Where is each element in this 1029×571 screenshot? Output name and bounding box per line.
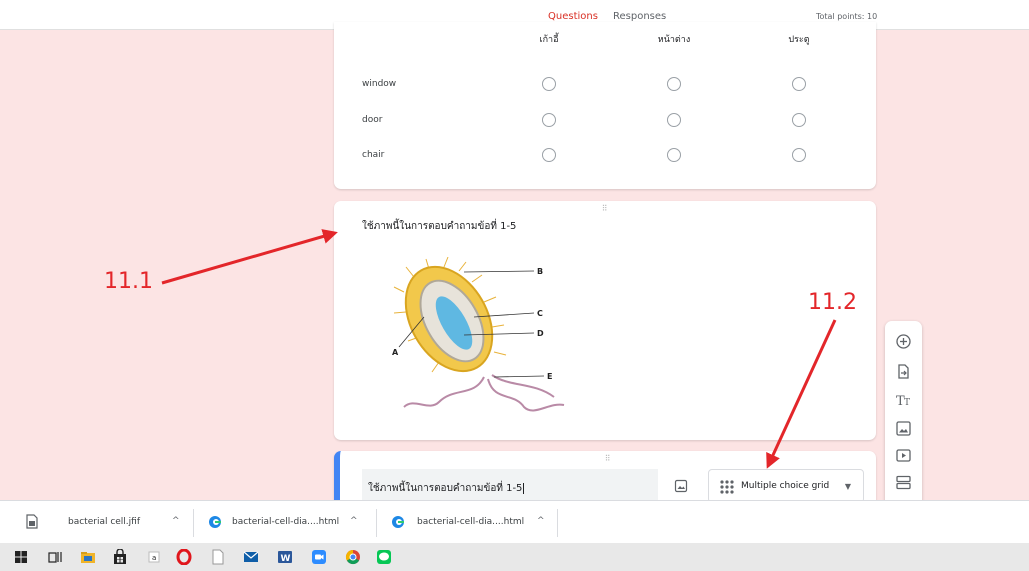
- figure-label: A: [392, 348, 399, 357]
- add-question-icon[interactable]: [895, 333, 912, 350]
- line-icon[interactable]: [376, 549, 392, 565]
- add-section-icon[interactable]: [895, 474, 912, 491]
- grid-radio[interactable]: [792, 113, 806, 127]
- question-type-dropdown[interactable]: Multiple choice grid ▼: [708, 469, 864, 503]
- svg-text:a: a: [152, 554, 156, 562]
- image-caption: ใช้ภาพนี้ในการตอบคำถามข้อที่ 1-5: [362, 221, 517, 232]
- store-icon[interactable]: [112, 549, 128, 565]
- tab-responses[interactable]: Responses: [613, 11, 666, 22]
- download-file-name: bacterial-cell-dia....html: [232, 517, 340, 527]
- figure-label: E: [547, 372, 552, 381]
- grid-radio[interactable]: [667, 113, 681, 127]
- import-questions-icon[interactable]: [895, 363, 912, 380]
- image-file-icon: [26, 514, 38, 529]
- download-file-name: bacterial-cell-dia....html: [417, 517, 525, 527]
- svg-text:W: W: [281, 554, 291, 564]
- opera-icon[interactable]: [176, 549, 192, 565]
- grid-column-header: ประตู: [788, 35, 810, 45]
- figure-label: B: [537, 267, 543, 276]
- app-icon[interactable]: a: [146, 549, 162, 565]
- downloads-bar: bacterial cell.jfif ^ bacterial-cell-dia…: [0, 500, 1029, 543]
- grid-radio[interactable]: [542, 77, 556, 91]
- grid-radio[interactable]: [542, 148, 556, 162]
- tab-questions[interactable]: Questions: [548, 11, 598, 22]
- annotation-arrow: [161, 229, 338, 285]
- download-file-name: bacterial cell.jfif: [68, 517, 141, 527]
- zoom-icon[interactable]: [311, 549, 327, 565]
- chrome-icon[interactable]: [345, 549, 361, 565]
- total-points: Total points: 10: [816, 12, 878, 21]
- floating-toolbar: T T: [885, 321, 922, 511]
- annotation-label: 11.1: [104, 269, 153, 294]
- file-explorer-icon[interactable]: [80, 549, 96, 565]
- chevron-up-icon[interactable]: ^: [350, 516, 358, 526]
- add-image-icon[interactable]: [895, 420, 912, 437]
- add-title-icon[interactable]: T T: [895, 391, 912, 408]
- task-view-icon[interactable]: [47, 549, 63, 565]
- annotation-label: 11.2: [808, 290, 857, 315]
- drag-handle-icon[interactable]: ⠿: [602, 204, 609, 213]
- figure-label: C: [537, 309, 543, 318]
- windows-taskbar: a W: [0, 543, 1029, 571]
- grid-row-label: window: [362, 79, 397, 89]
- chevron-up-icon[interactable]: ^: [172, 516, 180, 526]
- figure-label: D: [537, 329, 544, 338]
- bacterial-cell-image: B C D A E: [392, 257, 565, 412]
- grid-row-label: door: [362, 115, 383, 125]
- grid-radio[interactable]: [542, 113, 556, 127]
- question-title-value: ใช้ภาพนี้ในการตอบคำถามข้อที่ 1-5: [368, 482, 525, 494]
- question-type-label: Multiple choice grid: [741, 481, 830, 491]
- grid-column-header: เก้าอี้: [539, 35, 559, 45]
- add-video-icon[interactable]: [895, 447, 912, 464]
- mail-icon[interactable]: [243, 549, 259, 565]
- windows-start-icon[interactable]: [13, 549, 29, 565]
- download-item[interactable]: bacterial-cell-dia....html ^: [377, 501, 557, 544]
- grid-column-header: หน้าต่าง: [657, 35, 691, 45]
- grid-radio[interactable]: [667, 148, 681, 162]
- grid-row-label: chair: [362, 150, 385, 160]
- grid-radio[interactable]: [792, 148, 806, 162]
- grid-radio[interactable]: [792, 77, 806, 91]
- edge-file-icon: [209, 516, 221, 528]
- dropdown-caret-icon: ▼: [844, 482, 851, 491]
- divider: [557, 509, 558, 537]
- drag-handle-icon[interactable]: ⠿: [605, 454, 612, 463]
- download-item[interactable]: bacterial cell.jfif ^: [0, 501, 188, 544]
- chevron-up-icon[interactable]: ^: [537, 516, 545, 526]
- svg-text:T: T: [904, 398, 910, 408]
- notepad-icon[interactable]: [210, 549, 226, 565]
- image-item-card[interactable]: ⠿ ใช้ภาพนี้ในการตอบคำถามข้อที่ 1-5 B C D…: [334, 201, 876, 440]
- word-icon[interactable]: W: [277, 549, 293, 565]
- grid-radio[interactable]: [667, 77, 681, 91]
- download-item[interactable]: bacterial-cell-dia....html ^: [194, 501, 370, 544]
- edge-file-icon: [392, 516, 404, 528]
- grid-question-card[interactable]: เก้าอี้ หน้าต่าง ประตู window door chair: [334, 22, 876, 189]
- add-image-icon[interactable]: [674, 479, 688, 493]
- grid-type-icon: [720, 480, 734, 494]
